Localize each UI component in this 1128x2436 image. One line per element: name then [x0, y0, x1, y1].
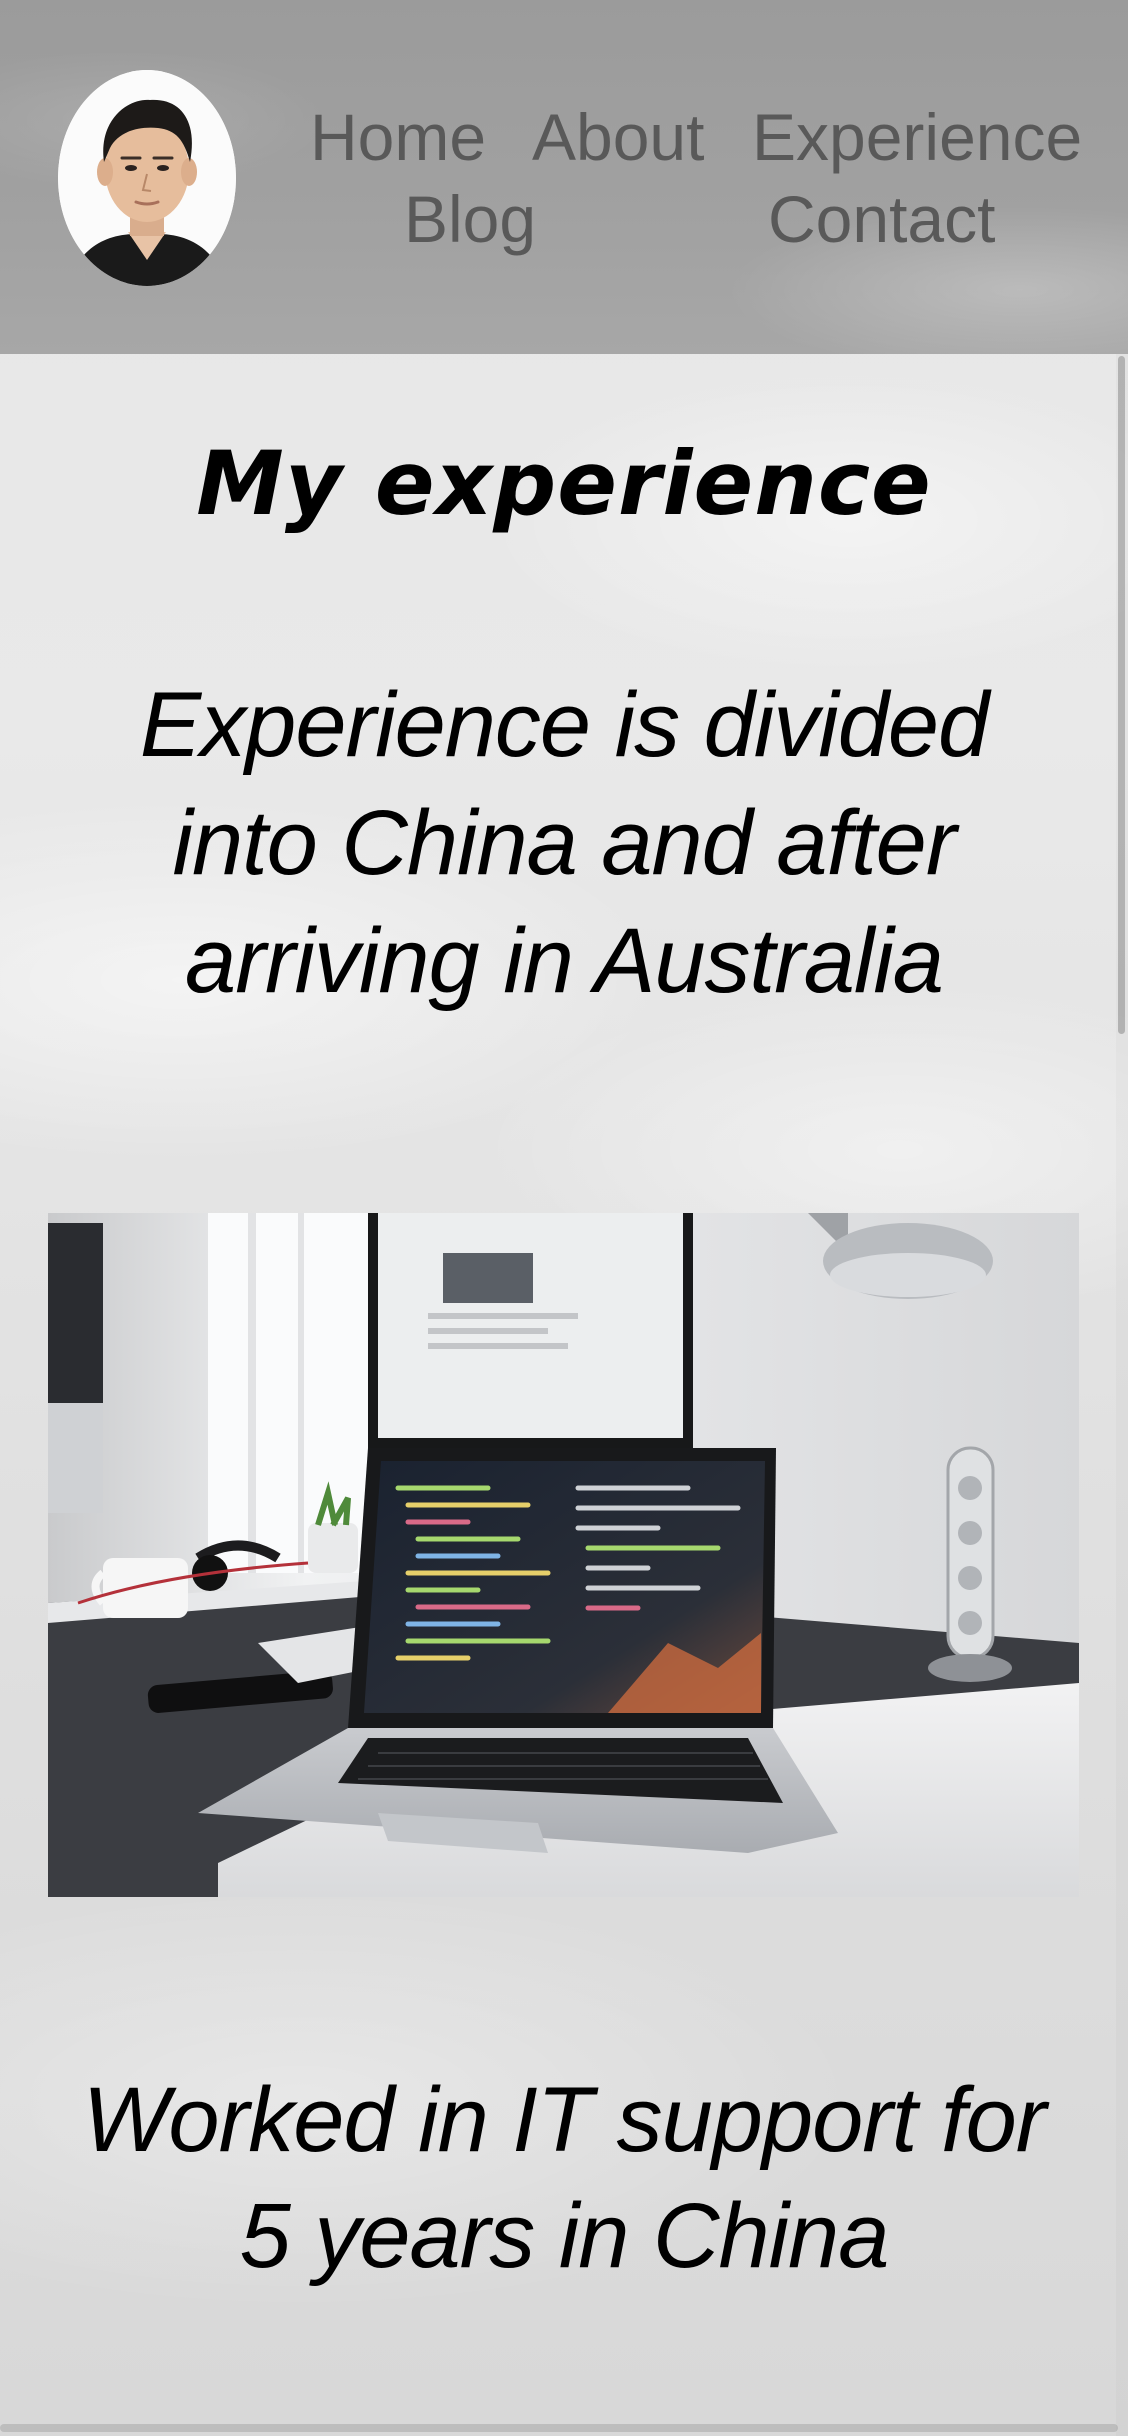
site-header: Home About Experience Blog Contact	[0, 0, 1128, 354]
horizontal-scrollbar-thumb[interactable]	[0, 2424, 1118, 2432]
page-title: My experience	[196, 432, 932, 535]
laptop-desk-photo	[48, 1213, 1079, 1897]
avatar	[58, 70, 236, 286]
nav-link-blog[interactable]: Blog	[404, 178, 536, 260]
intro-text: Experience is divided into China and aft…	[139, 674, 989, 1012]
experience-item: Worked in IT support for 5 years in Chin…	[82, 2069, 1047, 2287]
nav-link-contact[interactable]: Contact	[768, 178, 995, 260]
avatar-photo	[58, 70, 236, 286]
nav-link-home[interactable]: Home	[310, 96, 486, 178]
nav-link-experience[interactable]: Experience	[752, 96, 1082, 178]
nav-link-about[interactable]: About	[532, 96, 704, 178]
laptop-photo-illustration	[48, 1213, 1079, 1897]
